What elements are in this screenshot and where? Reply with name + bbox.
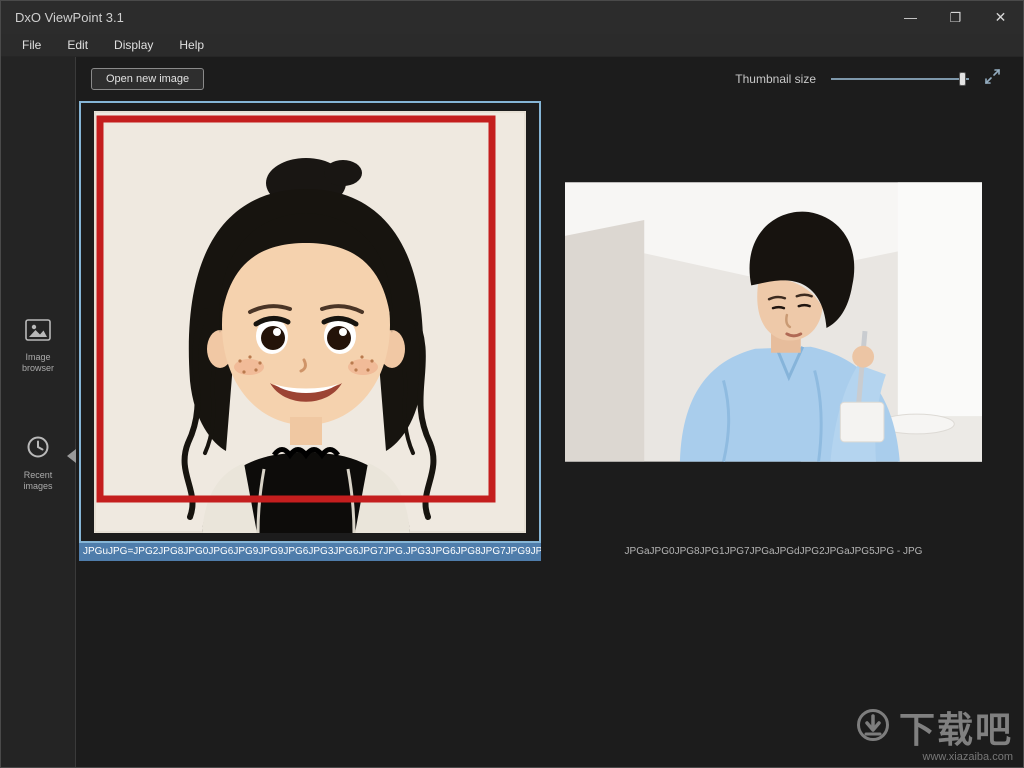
thumbnail-size-label: Thumbnail size [735,72,816,86]
sidebar-item-recent-images[interactable]: Recent images [1,435,75,493]
image-browser-icon [25,319,51,346]
thumbnail-size-group: Thumbnail size [735,68,1001,90]
window-title: DxO ViewPoint 3.1 [1,10,124,25]
recent-images-icon [26,435,50,464]
slider-track [831,78,969,80]
close-button[interactable]: ✕ [978,1,1023,34]
girl-drawing-image [94,111,526,533]
sidebar-item-label: Recent images [12,470,64,493]
thumbnail-size-slider[interactable] [831,71,969,87]
window-controls: — ❐ ✕ [888,1,1023,34]
main-panel: Open new image Thumbnail size [76,57,1023,767]
menubar: File Edit Display Help [1,34,1023,57]
thumbnail-filename: JPGaJPG0JPG8JPG1JPG7JPGaJPGdJPG2JPGaJPG5… [563,543,984,561]
slider-handle[interactable] [959,72,966,86]
expand-icon[interactable] [984,68,1001,90]
titlebar: DxO ViewPoint 3.1 — ❐ ✕ [1,1,1023,34]
minimize-button[interactable]: — [888,1,933,34]
minimize-icon: — [904,10,917,25]
app-window: DxO ViewPoint 3.1 — ❐ ✕ File Edit Displa… [0,0,1024,768]
thumbnail-filename: JPGuJPG=JPG2JPG8JPG0JPG6JPG9JPG9JPG6JPG3… [79,543,541,561]
sidebar-item-label: Image browser [12,352,64,375]
maximize-icon: ❐ [950,10,962,26]
sidebar-item-image-browser[interactable]: Image browser [1,319,75,375]
thumbnail-selection-frame [79,101,541,543]
thumbnail-girl-drawing[interactable]: JPGuJPG=JPG2JPG8JPG0JPG6JPG9JPG9JPG6JPG3… [79,101,541,561]
open-new-image-button[interactable]: Open new image [91,68,204,90]
menu-edit[interactable]: Edit [54,34,101,57]
man-photo-image [565,181,982,463]
thumbnail-frame [563,101,984,543]
menu-display[interactable]: Display [101,34,166,57]
sidebar: Image browser Recent images [1,57,76,767]
toolbar: Open new image Thumbnail size [76,57,1023,101]
menu-help[interactable]: Help [166,34,217,57]
close-icon: ✕ [995,9,1007,26]
thumbnail-man-photo[interactable]: JPGaJPG0JPG8JPG1JPG7JPGaJPGdJPG2JPGaJPG5… [563,101,984,561]
menu-file[interactable]: File [9,34,54,57]
thumbnail-gallery: JPGuJPG=JPG2JPG8JPG0JPG6JPG9JPG9JPG6JPG3… [76,101,1023,561]
content-area: Image browser Recent images Open new ima… [1,57,1023,767]
sidebar-pointer-icon [67,449,76,463]
maximize-button[interactable]: ❐ [933,1,978,34]
